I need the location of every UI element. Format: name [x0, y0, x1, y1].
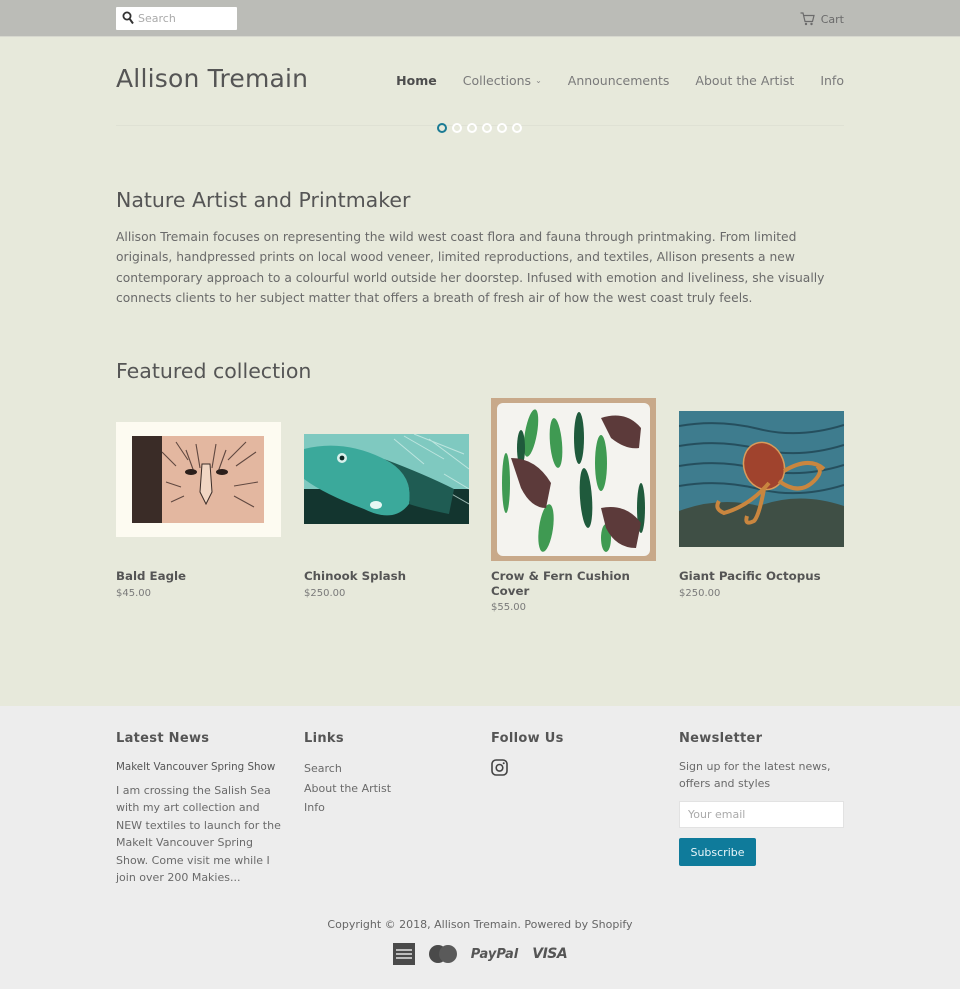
- amex-icon: [392, 943, 415, 965]
- nav-label: Announcements: [567, 73, 670, 88]
- chevron-down-icon: ⌄: [535, 76, 542, 85]
- nav-label: Home: [396, 73, 437, 88]
- nav-home[interactable]: Home: [396, 73, 437, 88]
- newsletter-text: Sign up for the latest news, offers and …: [679, 760, 831, 791]
- links-heading: Links: [304, 731, 344, 746]
- cart-link[interactable]: Cart: [800, 11, 844, 27]
- nav-info[interactable]: Info: [820, 73, 844, 88]
- slide-dot-3[interactable]: [467, 123, 477, 133]
- product-price: $250.00: [679, 588, 721, 599]
- site-title[interactable]: Allison Tremain: [116, 64, 308, 93]
- product-card[interactable]: Chinook Splash $250.00: [304, 398, 469, 608]
- newsletter-heading: Newsletter: [679, 731, 763, 746]
- chinook-splash-image: [304, 434, 469, 524]
- mastercard-icon: [428, 945, 457, 963]
- slideshow-pagination: [437, 123, 522, 133]
- giant-pacific-octopus-image: [679, 411, 844, 547]
- product-name: Bald Eagle: [116, 569, 187, 583]
- visa-icon: VISA: [532, 946, 568, 962]
- cart-icon: [800, 12, 815, 26]
- search-box[interactable]: [116, 7, 237, 30]
- product-name: Crow & Fern Cushion Cover: [491, 569, 630, 598]
- slide-dot-4[interactable]: [482, 123, 492, 133]
- product-card[interactable]: Crow & Fern Cushion Cover $55.00: [491, 398, 656, 618]
- follow-us-heading: Follow Us: [491, 731, 564, 746]
- search-input[interactable]: [138, 7, 234, 30]
- intro-title: Nature Artist and Printmaker: [116, 188, 411, 212]
- product-price: $55.00: [491, 602, 526, 613]
- nav-label: Info: [820, 73, 844, 88]
- footer-link-search[interactable]: Search: [304, 759, 391, 779]
- top-bar: Cart: [0, 0, 960, 37]
- nav-label: About the Artist: [695, 73, 795, 88]
- news-article-excerpt: I am crossing the Salish Sea with my art…: [116, 784, 281, 885]
- subscribe-button[interactable]: Subscribe: [679, 838, 756, 866]
- slide-dot-6[interactable]: [512, 123, 522, 133]
- footer-links: Search About the Artist Info: [304, 759, 391, 818]
- product-card[interactable]: Bald Eagle $45.00: [116, 398, 281, 608]
- featured-collection-title: Featured collection: [116, 359, 312, 383]
- copyright: Copyright © 2018, Allison Tremain. Power…: [327, 918, 633, 931]
- paypal-icon: PayPal: [470, 946, 519, 962]
- bald-eagle-image: [116, 422, 281, 537]
- slide-dot-2[interactable]: [452, 123, 462, 133]
- product-price: $45.00: [116, 588, 151, 599]
- nav-announcements[interactable]: Announcements: [568, 73, 670, 88]
- product-name: Chinook Splash: [304, 569, 407, 583]
- nav-about-the-artist[interactable]: About the Artist: [695, 73, 794, 88]
- latest-news-heading: Latest News: [116, 731, 210, 746]
- payment-icons: PayPal VISA: [0, 943, 960, 965]
- product-name: Giant Pacific Octopus: [679, 569, 821, 583]
- footer-link-info[interactable]: Info: [304, 798, 391, 818]
- newsletter-email-input[interactable]: [679, 801, 844, 828]
- news-article-title[interactable]: MakeIt Vancouver Spring Show: [116, 761, 275, 773]
- slide-dot-5[interactable]: [497, 123, 507, 133]
- nav-collections[interactable]: Collections ⌄: [463, 73, 542, 88]
- main-nav: Home Collections ⌄ Announcements About th…: [370, 73, 844, 88]
- intro-text: Allison Tremain focuses on representing …: [116, 230, 825, 305]
- crow-fern-cushion-image: [491, 398, 656, 561]
- cart-label: Cart: [820, 12, 844, 26]
- product-card[interactable]: Giant Pacific Octopus $250.00: [679, 398, 844, 608]
- nav-label: Collections: [462, 73, 532, 88]
- instagram-icon[interactable]: [491, 759, 508, 776]
- search-icon: [122, 11, 134, 25]
- slide-dot-1[interactable]: [437, 123, 447, 133]
- footer-link-about-the-artist[interactable]: About the Artist: [304, 779, 391, 799]
- product-price: $250.00: [304, 588, 346, 599]
